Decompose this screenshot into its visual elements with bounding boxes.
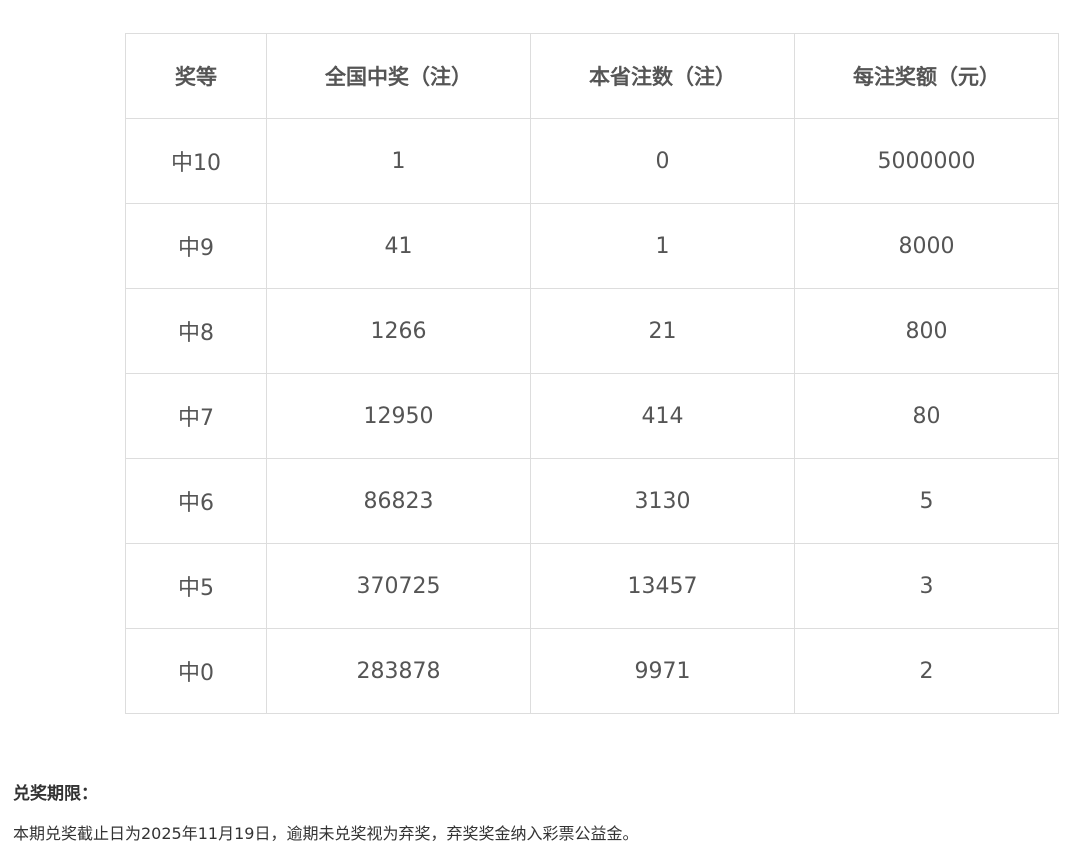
deadline-title: 兑奖期限： bbox=[13, 784, 98, 804]
header-prize-level: 奖等 bbox=[125, 33, 267, 119]
table-row: 中6 86823 3130 5 bbox=[125, 458, 1059, 544]
header-row: 奖等 全国中奖（注） 本省注数（注） 每注奖额（元） bbox=[125, 33, 1059, 119]
cell-prize-level: 中7 bbox=[125, 373, 267, 459]
header-province-winners: 本省注数（注） bbox=[530, 33, 795, 119]
cell-prize-amount: 5 bbox=[794, 458, 1059, 544]
table-row: 中7 12950 414 80 bbox=[125, 373, 1059, 459]
cell-prize-amount: 3 bbox=[794, 543, 1059, 629]
cell-prize-level: 中0 bbox=[125, 628, 267, 714]
prize-table-header: 奖等 全国中奖（注） 本省注数（注） 每注奖额（元） bbox=[125, 33, 1059, 119]
page: 奖等 全国中奖（注） 本省注数（注） 每注奖额（元） 中10 1 0 50000… bbox=[0, 0, 1082, 858]
cell-province-winners: 0 bbox=[530, 118, 795, 204]
cell-prize-level: 中6 bbox=[125, 458, 267, 544]
cell-national-winners: 1266 bbox=[266, 288, 531, 374]
cell-prize-level: 中10 bbox=[125, 118, 267, 204]
prize-table-body: 中10 1 0 5000000 中9 41 1 8000 中8 1266 21 … bbox=[125, 118, 1059, 714]
cell-prize-level: 中9 bbox=[125, 203, 267, 289]
cell-national-winners: 12950 bbox=[266, 373, 531, 459]
deadline-text: 本期兑奖截止日为2025年11月19日，逾期未兑奖视为弃奖，弃奖奖金纳入彩票公益… bbox=[13, 824, 639, 843]
cell-province-winners: 13457 bbox=[530, 543, 795, 629]
cell-national-winners: 41 bbox=[266, 203, 531, 289]
cell-national-winners: 283878 bbox=[266, 628, 531, 714]
table-row: 中10 1 0 5000000 bbox=[125, 118, 1059, 204]
cell-province-winners: 3130 bbox=[530, 458, 795, 544]
cell-prize-amount: 2 bbox=[794, 628, 1059, 714]
header-prize-amount: 每注奖额（元） bbox=[794, 33, 1059, 119]
cell-prize-amount: 5000000 bbox=[794, 118, 1059, 204]
cell-national-winners: 370725 bbox=[266, 543, 531, 629]
cell-province-winners: 21 bbox=[530, 288, 795, 374]
table-row: 中5 370725 13457 3 bbox=[125, 543, 1059, 629]
cell-national-winners: 86823 bbox=[266, 458, 531, 544]
cell-prize-level: 中5 bbox=[125, 543, 267, 629]
prize-table: 奖等 全国中奖（注） 本省注数（注） 每注奖额（元） 中10 1 0 50000… bbox=[125, 33, 1059, 714]
header-national-winners: 全国中奖（注） bbox=[266, 33, 531, 119]
cell-province-winners: 414 bbox=[530, 373, 795, 459]
table-row: 中0 283878 9971 2 bbox=[125, 628, 1059, 714]
cell-prize-level: 中8 bbox=[125, 288, 267, 374]
cell-prize-amount: 800 bbox=[794, 288, 1059, 374]
cell-prize-amount: 80 bbox=[794, 373, 1059, 459]
cell-national-winners: 1 bbox=[266, 118, 531, 204]
table-row: 中9 41 1 8000 bbox=[125, 203, 1059, 289]
cell-province-winners: 1 bbox=[530, 203, 795, 289]
cell-province-winners: 9971 bbox=[530, 628, 795, 714]
cell-prize-amount: 8000 bbox=[794, 203, 1059, 289]
table-row: 中8 1266 21 800 bbox=[125, 288, 1059, 374]
